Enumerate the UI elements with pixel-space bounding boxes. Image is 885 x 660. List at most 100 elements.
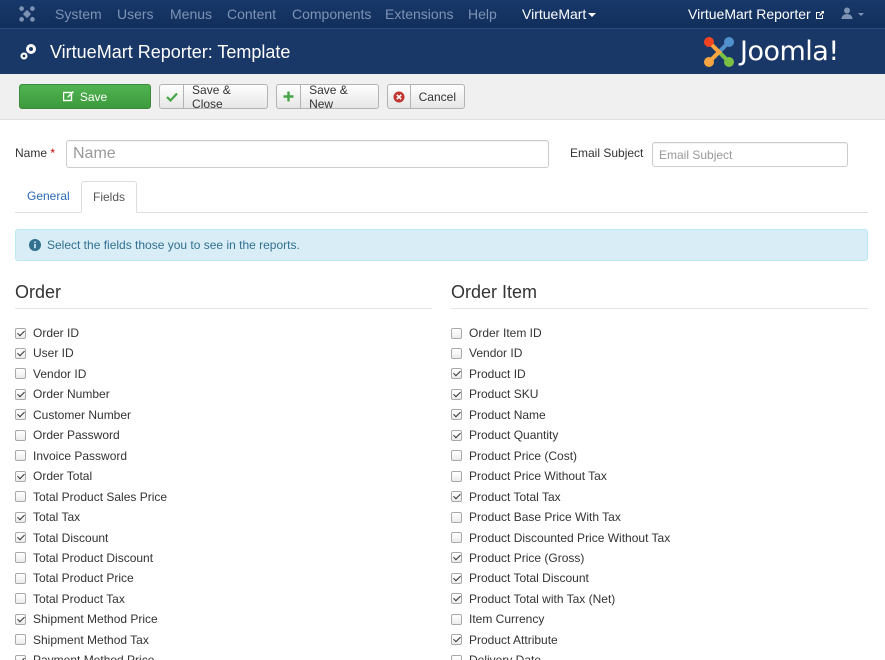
order-field-row[interactable]: Customer Number	[15, 406, 131, 424]
order-field-row[interactable]: Payment Method Price	[15, 651, 154, 660]
nav-help[interactable]: Help	[468, 0, 497, 28]
checkbox[interactable]	[451, 491, 462, 503]
order-item-field-row[interactable]: Product SKU	[451, 385, 538, 403]
order-item-field-row[interactable]: Product Base Price With Tax	[451, 508, 621, 526]
save-close-button[interactable]: Save & Close	[159, 83, 268, 111]
order-item-field-row[interactable]: Product Price (Cost)	[451, 447, 577, 465]
checkbox[interactable]	[15, 409, 26, 421]
order-field-row[interactable]: Shipment Method Tax	[15, 631, 149, 649]
order-field-row[interactable]: Total Product Sales Price	[15, 488, 167, 506]
checkbox[interactable]	[15, 593, 26, 605]
checkbox[interactable]	[451, 429, 462, 441]
order-item-field-row[interactable]: Product Discounted Price Without Tax	[451, 529, 670, 547]
order-field-row[interactable]: Total Product Discount	[15, 549, 153, 567]
checkbox[interactable]	[451, 409, 462, 421]
nav-virtuemart[interactable]: VirtueMart	[522, 0, 597, 28]
checkbox[interactable]	[15, 491, 26, 503]
order-field-row[interactable]: Order Total	[15, 467, 92, 485]
order-field-row[interactable]: Order ID	[15, 324, 79, 342]
order-field-row[interactable]: Total Product Tax	[15, 590, 125, 608]
checkbox[interactable]	[451, 368, 462, 380]
checkbox[interactable]	[15, 572, 26, 584]
email-subject-input[interactable]	[652, 142, 848, 167]
user-menu-caret-icon[interactable]	[858, 13, 864, 16]
order-item-field-label: Product Total with Tax (Net)	[469, 591, 616, 606]
order-item-field-row[interactable]: Product Price Without Tax	[451, 467, 607, 485]
nav-site-link[interactable]: VirtueMart Reporter	[688, 0, 825, 28]
order-field-row[interactable]: Invoice Password	[15, 447, 127, 465]
order-field-label: Vendor ID	[33, 366, 87, 381]
order-item-field-row[interactable]: Product Name	[451, 406, 546, 424]
checkbox[interactable]	[15, 327, 26, 339]
order-item-field-row[interactable]: Order Item ID	[451, 324, 542, 342]
order-field-label: Total Discount	[33, 530, 109, 545]
checkbox[interactable]	[15, 654, 26, 660]
checkbox[interactable]	[451, 654, 462, 660]
nav-content[interactable]: Content	[227, 0, 276, 28]
checkbox[interactable]	[15, 429, 26, 441]
nav-users[interactable]: Users	[117, 0, 154, 28]
order-field-row[interactable]: Total Discount	[15, 529, 108, 547]
order-item-field-row[interactable]: Item Currency	[451, 610, 544, 628]
checkbox[interactable]	[15, 368, 26, 380]
cancel-button[interactable]: Cancel	[387, 84, 465, 109]
order-item-field-row[interactable]: Product ID	[451, 365, 526, 383]
checkbox[interactable]	[451, 552, 462, 564]
checkbox[interactable]	[15, 347, 26, 359]
tab-general[interactable]: General	[16, 181, 81, 213]
user-icon[interactable]	[840, 6, 854, 20]
order-item-field-label: Product Name	[469, 407, 546, 422]
info-icon	[29, 239, 41, 251]
order-item-field-label: Product Price (Gross)	[469, 550, 585, 565]
checkbox[interactable]	[451, 511, 462, 523]
save-new-button[interactable]: Save & New	[276, 83, 379, 111]
save-button[interactable]: Save	[19, 84, 151, 109]
order-item-field-label: Vendor ID	[469, 346, 523, 361]
tab-fields[interactable]: Fields	[81, 181, 138, 213]
checkbox[interactable]	[451, 532, 462, 543]
name-input[interactable]	[66, 140, 549, 168]
checkbox[interactable]	[451, 470, 462, 482]
checkbox[interactable]	[15, 532, 26, 543]
order-field-label: Shipment Method Tax	[33, 632, 149, 647]
order-item-field-row[interactable]: Product Quantity	[451, 426, 558, 444]
order-field-row[interactable]: Order Password	[15, 426, 120, 444]
order-item-field-row[interactable]: Vendor ID	[451, 344, 522, 362]
order-field-row[interactable]: User ID	[15, 344, 74, 362]
order-item-field-label: Product Total Discount	[469, 571, 589, 586]
order-item-field-row[interactable]: Product Price (Gross)	[451, 549, 584, 567]
checkbox[interactable]	[451, 634, 462, 646]
checkbox[interactable]	[15, 552, 26, 564]
order-field-row[interactable]: Total Product Price	[15, 569, 134, 587]
order-item-field-row[interactable]: Product Total with Tax (Net)	[451, 590, 615, 608]
order-field-label: Total Product Sales Price	[33, 489, 168, 504]
order-item-field-row[interactable]: Product Total Discount	[451, 569, 589, 587]
order-field-row[interactable]: Shipment Method Price	[15, 610, 158, 628]
order-field-row[interactable]: Total Tax	[15, 508, 80, 526]
order-item-field-row[interactable]: Delivery Date	[451, 651, 541, 660]
checkbox[interactable]	[15, 613, 26, 625]
checkbox[interactable]	[451, 388, 462, 400]
checkbox[interactable]	[451, 613, 462, 625]
checkbox[interactable]	[15, 634, 26, 646]
checkbox[interactable]	[451, 327, 462, 339]
nav-components[interactable]: Components	[292, 0, 371, 28]
checkbox[interactable]	[15, 450, 26, 462]
name-label: Name *	[15, 146, 55, 160]
checkbox[interactable]	[451, 347, 462, 359]
nav-menus[interactable]: Menus	[170, 0, 212, 28]
order-field-row[interactable]: Order Number	[15, 385, 110, 403]
checkbox[interactable]	[15, 388, 26, 400]
order-item-field-row[interactable]: Product Attribute	[451, 631, 558, 649]
checkbox[interactable]	[15, 470, 26, 482]
checkbox[interactable]	[451, 572, 462, 584]
checkbox[interactable]	[451, 593, 462, 605]
order-item-field-label: Product Price Without Tax	[469, 469, 607, 484]
nav-system[interactable]: System	[55, 0, 102, 28]
checkbox[interactable]	[15, 511, 26, 523]
order-field-row[interactable]: Vendor ID	[15, 365, 86, 383]
nav-extensions[interactable]: Extensions	[385, 0, 453, 28]
order-item-field-row[interactable]: Product Total Tax	[451, 488, 561, 506]
joomla-small-icon[interactable]	[18, 5, 36, 23]
checkbox[interactable]	[451, 450, 462, 462]
